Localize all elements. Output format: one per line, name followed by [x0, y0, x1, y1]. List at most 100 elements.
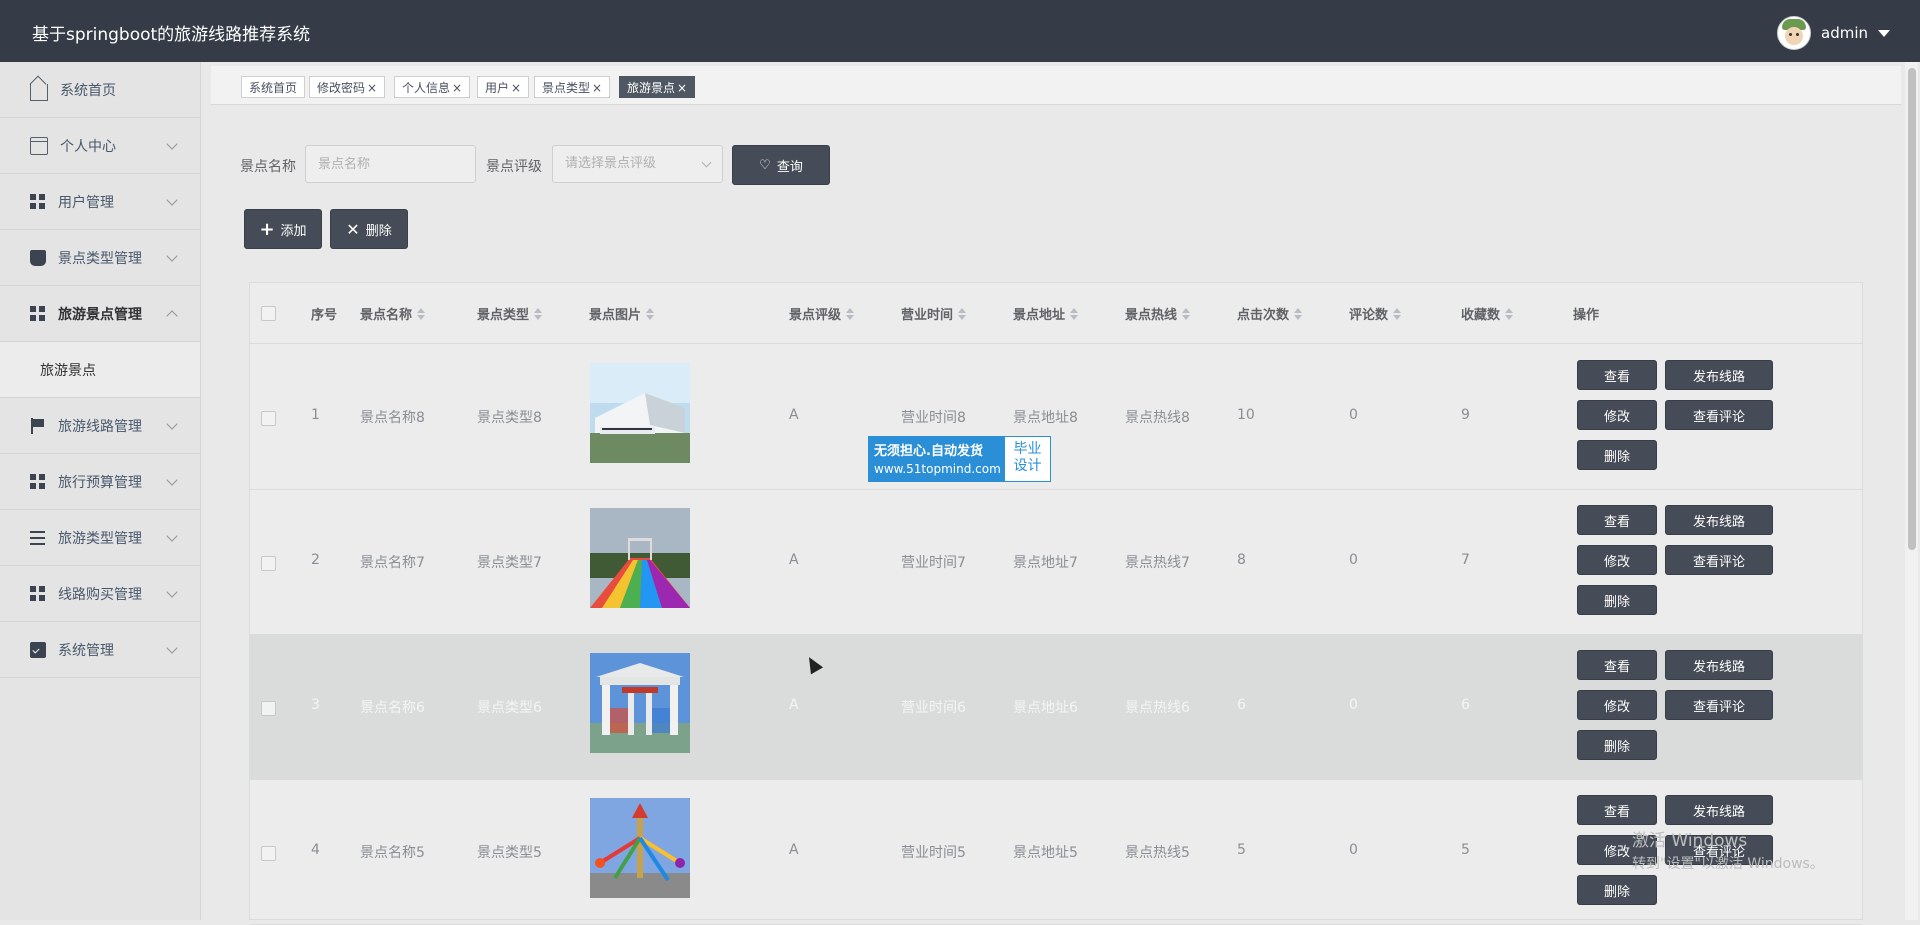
- chevron-down-icon: [166, 586, 178, 598]
- delete-row-button[interactable]: 删除: [1577, 440, 1657, 470]
- spot-name-label: 景点名称: [240, 159, 296, 175]
- column-header-favorites[interactable]: 收藏数: [1461, 304, 1514, 323]
- view-comments-button[interactable]: 查看评论: [1665, 400, 1773, 430]
- sort-icon: [1182, 307, 1191, 320]
- username[interactable]: admin: [1821, 24, 1868, 42]
- promo-banner[interactable]: 无须担心.自动发货 www.51topmind.com 毕业 设计: [868, 436, 1051, 482]
- cell-favorites: 9: [1461, 407, 1470, 423]
- publish-route-button[interactable]: 发布线路: [1665, 795, 1773, 825]
- chevron-down-icon: [166, 642, 178, 654]
- close-icon[interactable]: ×: [677, 81, 687, 95]
- chevron-up-icon: [166, 310, 178, 322]
- tab-label: 系统首页: [249, 81, 298, 95]
- tabs-bar: 系统首页 修改密码 × 个人信息 × 用户 × 景点类型 × 旅游景点 ×: [211, 66, 1901, 105]
- page-scrollbar[interactable]: [1905, 62, 1918, 920]
- cell-favorites: 5: [1461, 842, 1470, 858]
- publish-route-button[interactable]: 发布线路: [1665, 650, 1773, 680]
- column-header-address[interactable]: 景点地址: [1013, 304, 1079, 323]
- column-header-image[interactable]: 景点图片: [589, 304, 655, 323]
- tab-label: 修改密码: [317, 81, 366, 95]
- view-button[interactable]: 查看: [1577, 505, 1657, 535]
- cell-clicks: 8: [1237, 552, 1246, 568]
- tab-user[interactable]: 用户 ×: [477, 76, 530, 98]
- row-checkbox[interactable]: [261, 556, 276, 571]
- cell-type: 景点类型7: [477, 555, 542, 571]
- column-header-type[interactable]: 景点类型: [477, 304, 543, 323]
- row-checkbox[interactable]: [261, 701, 276, 716]
- sidebar-item-system-management[interactable]: 系统管理: [0, 622, 200, 678]
- sidebar-subitem-spots[interactable]: 旅游景点: [0, 342, 200, 398]
- publish-route-button[interactable]: 发布线路: [1665, 505, 1773, 535]
- sidebar-item-label: 旅游类型管理: [58, 530, 142, 547]
- cell-hotline: 景点热线8: [1125, 410, 1190, 426]
- column-header-hours[interactable]: 营业时间: [901, 304, 967, 323]
- sidebar-item-budget-management[interactable]: 旅行预算管理: [0, 454, 200, 510]
- activation-line-1: 激活 Windows: [1632, 831, 1748, 851]
- delete-row-button[interactable]: 删除: [1577, 875, 1657, 905]
- heart-icon: ♡: [759, 157, 771, 173]
- column-header-name[interactable]: 景点名称: [360, 304, 426, 323]
- sidebar-item-purchase-management[interactable]: 线路购买管理: [0, 566, 200, 622]
- edit-button[interactable]: 修改: [1577, 690, 1657, 720]
- select-all-checkbox[interactable]: [261, 306, 276, 321]
- cell-name: 景点名称7: [360, 555, 425, 571]
- sidebar-item-spot-type-management[interactable]: 景点类型管理: [0, 230, 200, 286]
- caret-down-icon[interactable]: [1878, 29, 1890, 37]
- view-comments-button[interactable]: 查看评论: [1665, 690, 1773, 720]
- close-icon[interactable]: ×: [511, 81, 521, 95]
- sidebar-item-travel-type-management[interactable]: 旅游类型管理: [0, 510, 200, 566]
- edit-button[interactable]: 修改: [1577, 545, 1657, 575]
- column-header-comments[interactable]: 评论数: [1349, 304, 1402, 323]
- tab-home[interactable]: 系统首页: [241, 76, 306, 98]
- sidebar-item-route-management[interactable]: 旅游线路管理: [0, 398, 200, 454]
- cell-hours: 营业时间7: [901, 555, 966, 571]
- close-icon[interactable]: ×: [452, 81, 462, 95]
- column-header-clicks[interactable]: 点击次数: [1237, 304, 1303, 323]
- top-header: 基于springboot的旅游线路推荐系统 admin: [0, 0, 1920, 62]
- spot-rating-select[interactable]: 请选择景点评级: [552, 145, 723, 183]
- delete-row-button[interactable]: 删除: [1577, 730, 1657, 760]
- grid-icon: [30, 585, 46, 602]
- column-header-rating[interactable]: 景点评级: [789, 304, 855, 323]
- column-header-hotline[interactable]: 景点热线: [1125, 304, 1191, 323]
- view-button[interactable]: 查看: [1577, 360, 1657, 390]
- delete-row-button[interactable]: 删除: [1577, 585, 1657, 615]
- view-button[interactable]: 查看: [1577, 795, 1657, 825]
- row-checkbox[interactable]: [261, 846, 276, 861]
- sidebar-item-label: 旅行预算管理: [58, 474, 142, 491]
- delete-button[interactable]: ✕ 删除: [330, 209, 408, 249]
- add-button[interactable]: + 添加: [244, 209, 322, 249]
- spot-image: [590, 363, 690, 463]
- card-icon: [30, 136, 48, 155]
- scrollbar-thumb[interactable]: [1908, 68, 1916, 550]
- avatar[interactable]: [1777, 16, 1811, 50]
- cell-address: 景点地址8: [1013, 410, 1078, 426]
- sidebar-item-home[interactable]: 系统首页: [0, 62, 200, 118]
- close-icon[interactable]: ×: [367, 81, 377, 95]
- publish-route-button[interactable]: 发布线路: [1665, 360, 1773, 390]
- promo-right-2: 设计: [1013, 458, 1042, 474]
- tab-spots[interactable]: 旅游景点 ×: [619, 76, 696, 98]
- tab-change-password[interactable]: 修改密码 ×: [309, 76, 386, 98]
- cup-icon: [30, 249, 46, 266]
- tab-label: 用户: [485, 81, 510, 95]
- cell-rating: A: [789, 552, 799, 568]
- row-checkbox[interactable]: [261, 411, 276, 426]
- add-button-label: 添加: [280, 223, 307, 239]
- grid-icon: [30, 305, 46, 322]
- cell-comments: 0: [1349, 697, 1358, 713]
- tab-personal-info[interactable]: 个人信息 ×: [394, 76, 471, 98]
- tab-spot-type[interactable]: 景点类型 ×: [534, 76, 611, 98]
- cell-favorites: 7: [1461, 552, 1470, 568]
- user-menu[interactable]: admin: [1777, 16, 1890, 50]
- query-button[interactable]: ♡ 查询: [732, 145, 830, 185]
- view-button[interactable]: 查看: [1577, 650, 1657, 680]
- sidebar-item-user-management[interactable]: 用户管理: [0, 174, 200, 230]
- cell-hours: 营业时间5: [901, 845, 966, 861]
- sidebar-item-personal-center[interactable]: 个人中心: [0, 118, 200, 174]
- spot-name-input[interactable]: [305, 145, 476, 183]
- sidebar-item-spot-management[interactable]: 旅游景点管理: [0, 286, 200, 342]
- close-icon[interactable]: ×: [592, 81, 602, 95]
- edit-button[interactable]: 修改: [1577, 400, 1657, 430]
- view-comments-button[interactable]: 查看评论: [1665, 545, 1773, 575]
